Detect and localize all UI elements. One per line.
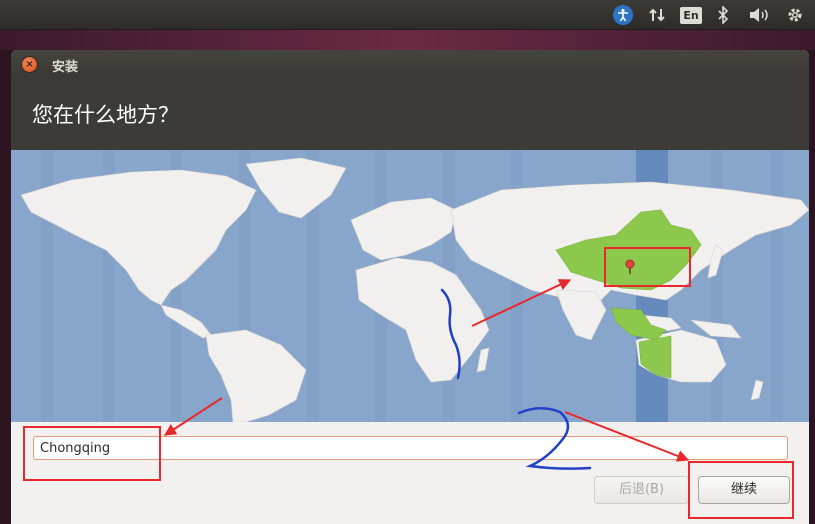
window-titlebar[interactable]: × 安装: [11, 50, 809, 78]
continue-button[interactable]: 继续: [698, 476, 790, 504]
keyboard-language-indicator[interactable]: En: [680, 4, 702, 26]
volume-icon[interactable]: [747, 4, 771, 26]
location-area: 后退(B) 继续: [11, 422, 809, 524]
top-panel: En: [0, 0, 815, 30]
gear-icon[interactable]: [784, 4, 806, 26]
accessibility-icon[interactable]: [611, 4, 635, 26]
network-arrows-icon[interactable]: [646, 4, 668, 26]
page-header: 您在什么地方？: [11, 78, 809, 150]
location-input[interactable]: [33, 436, 788, 460]
bluetooth-icon[interactable]: [714, 4, 732, 26]
back-button[interactable]: 后退(B): [594, 476, 689, 504]
close-icon[interactable]: ×: [22, 57, 37, 72]
installer-window: × 安装 您在什么地方？ Chongqing 后退(B) 继续: [11, 50, 809, 524]
timezone-map[interactable]: [11, 150, 809, 422]
window-title: 安装: [52, 60, 79, 75]
desktop-background: [0, 30, 815, 50]
page-title: 您在什么地方？: [32, 103, 179, 127]
language-label: En: [680, 6, 702, 24]
